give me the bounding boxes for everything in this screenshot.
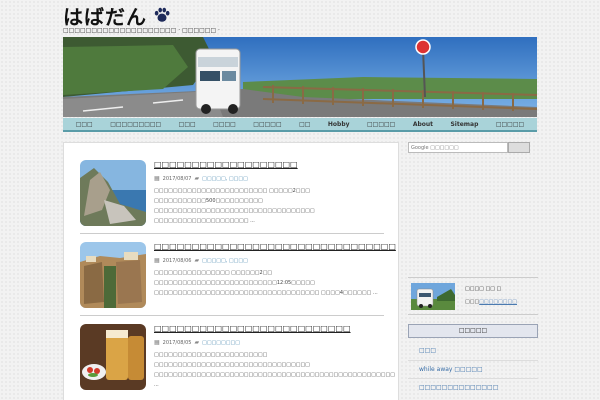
categories-header: □□□□□ xyxy=(408,324,538,338)
sidebar-divider xyxy=(408,378,538,379)
post-item: □□□□□□□□□□□□□□□□□□□ ▦ 2017/08/07 ▰ □□□□□… xyxy=(80,160,384,228)
nav-item-1[interactable]: □□□ xyxy=(76,121,93,128)
site-tagline: □□□□□□□□□□□□□□□□□□□□ · □□□□□□ · xyxy=(63,27,220,34)
site-title-text[interactable]: はばだん xyxy=(63,1,147,30)
nav-item-8[interactable]: □□□□□ xyxy=(367,121,395,128)
post-title-link[interactable]: □□□□□□□□□□□□□□□□□□□□□□□□□□ xyxy=(154,324,351,333)
profile-prefix: □□□ xyxy=(465,299,480,305)
nav-item-11[interactable]: □□□□□ xyxy=(496,121,524,128)
post-title-link[interactable]: □□□□□□□□□□□□□□□□□□□□□□□□□□□□□□□□ xyxy=(154,242,396,251)
profile-link[interactable]: □□□□□□□□ xyxy=(479,299,517,305)
post-thumbnail[interactable] xyxy=(80,160,146,226)
post-date: 2017/08/05 xyxy=(162,339,192,346)
folder-icon: ▰ xyxy=(194,175,200,182)
post-list: □□□□□□□□□□□□□□□□□□□ ▦ 2017/08/07 ▰ □□□□□… xyxy=(63,142,399,400)
calendar-icon: ▦ xyxy=(154,339,160,346)
post-categories[interactable]: □□□□□□□□ xyxy=(202,340,240,346)
search-input[interactable] xyxy=(408,142,508,153)
post-meta: ▦ 2017/08/05 ▰ □□□□□□□□ xyxy=(154,339,240,346)
main-navigation: □□□ □□□□□□□□□ □□□ □□□□ □□□□□ □□ Hobby □□… xyxy=(63,118,537,132)
profile-widget: □□□□ □□ □ □□□□□□□□□□□ xyxy=(408,277,538,315)
post-title-link[interactable]: □□□□□□□□□□□□□□□□□□□ xyxy=(154,160,298,169)
post-categories[interactable]: □□□□□, □□□□ xyxy=(202,176,248,182)
nav-item-3[interactable]: □□□ xyxy=(179,121,196,128)
post-meta: ▦ 2017/08/07 ▰ □□□□□, □□□□ xyxy=(154,175,248,182)
sidebar-link-3[interactable]: □□□□□□□□□□□□□□ xyxy=(419,384,498,391)
calendar-icon: ▦ xyxy=(154,175,160,182)
site-title[interactable]: はばだん xyxy=(63,1,171,30)
post-thumbnail[interactable] xyxy=(80,324,146,390)
sidebar-divider xyxy=(408,360,538,361)
nav-item-2[interactable]: □□□□□□□□□ xyxy=(110,121,161,128)
nav-item-5[interactable]: □□□□□ xyxy=(253,121,281,128)
search-button[interactable] xyxy=(508,142,530,153)
post-excerpt: □□□□□□□□□□□□□□□□□□□□□□□□ □□□□□□□□□□□□□□□… xyxy=(154,352,395,388)
post-excerpt: □□□□□□□□□□□□□□□□□□□□□□□□ □□□□□2□□□ □□□□□… xyxy=(154,188,315,224)
profile-name: □□□□ □□ □ xyxy=(465,286,502,292)
post-item: □□□□□□□□□□□□□□□□□□□□□□□□□□□□□□□□ ▦ 2017/… xyxy=(80,242,396,310)
post-date: 2017/08/07 xyxy=(162,175,192,182)
post-divider xyxy=(80,315,384,316)
post-excerpt: □□□□□□□□□□□□□□□□ □□□□□□2□□ □□□□□□□□□□□□□… xyxy=(154,270,378,296)
profile-image xyxy=(411,283,455,310)
nav-item-about[interactable]: About xyxy=(413,121,433,128)
sidebar-link-while-away[interactable]: while away □□□□□ xyxy=(419,366,483,373)
post-categories[interactable]: □□□□□, □□□□ xyxy=(202,258,248,264)
nav-item-sitemap[interactable]: Sitemap xyxy=(450,121,478,128)
folder-icon: ▰ xyxy=(194,339,200,346)
post-thumbnail[interactable] xyxy=(80,242,146,308)
post-item: □□□□□□□□□□□□□□□□□□□□□□□□□□ ▦ 2017/08/05 … xyxy=(80,324,395,392)
post-meta: ▦ 2017/08/06 ▰ □□□□□, □□□□ xyxy=(154,257,248,264)
header-banner-image xyxy=(63,37,537,117)
profile-description: □□□□□□□□□□□ xyxy=(465,299,517,305)
post-date: 2017/08/06 xyxy=(162,257,192,264)
nav-item-6[interactable]: □□ xyxy=(299,121,310,128)
post-divider xyxy=(80,233,384,234)
calendar-icon: ▦ xyxy=(154,257,160,264)
folder-icon: ▰ xyxy=(194,257,200,264)
paw-icon xyxy=(154,7,170,22)
search-form xyxy=(408,142,530,153)
nav-item-hobby[interactable]: Hobby xyxy=(328,121,350,128)
nav-item-4[interactable]: □□□□ xyxy=(213,121,236,128)
sidebar-link-1[interactable]: □□□ xyxy=(419,347,436,354)
